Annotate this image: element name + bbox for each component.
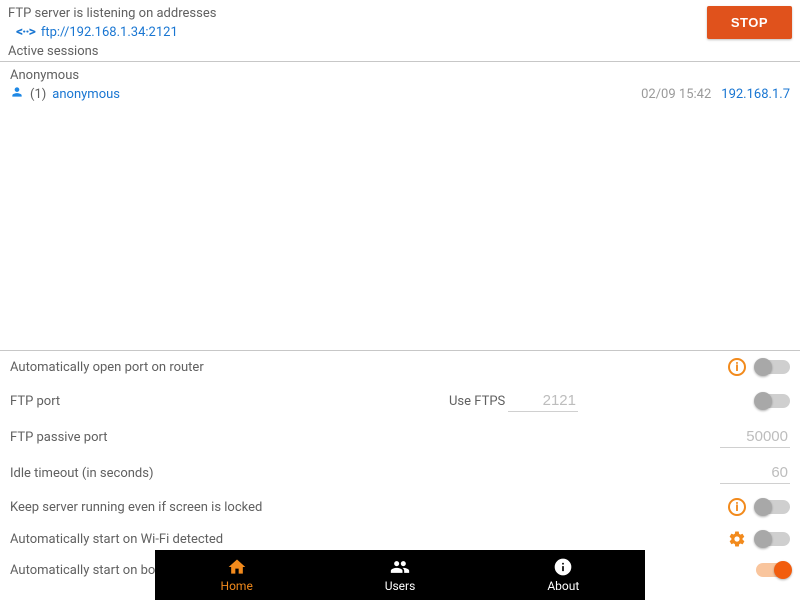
toggle-keep-running[interactable] — [756, 500, 790, 514]
setting-ftp-port: FTP port Use FTPS — [0, 383, 800, 419]
nav-label: About — [547, 579, 579, 593]
setting-label: FTP port — [10, 394, 60, 409]
setting-label: Idle timeout (in seconds) — [10, 466, 154, 481]
idle-timeout-input[interactable] — [720, 462, 790, 484]
setting-label: Automatically open port on router — [10, 360, 204, 375]
setting-label: Keep server running even if screen is lo… — [10, 500, 262, 515]
setting-auto-open-port[interactable]: Automatically open port on router i — [0, 351, 800, 383]
nav-users[interactable]: Users — [318, 550, 481, 600]
info-icon[interactable]: i — [728, 498, 746, 516]
active-sessions-heading: Active sessions — [0, 44, 800, 62]
setting-label: FTP passive port — [10, 430, 107, 445]
users-icon — [390, 557, 410, 577]
session-timestamp: 02/09 15:42 — [641, 87, 711, 102]
setting-passive-port: FTP passive port — [0, 419, 800, 455]
nav-home[interactable]: Home — [155, 550, 318, 600]
info-circle-icon — [553, 557, 573, 577]
nav-label: Home — [221, 579, 253, 593]
setting-idle-timeout: Idle timeout (in seconds) — [0, 455, 800, 491]
use-ftps-label: Use FTPS — [449, 394, 505, 409]
session-display-name: Anonymous — [10, 68, 790, 83]
session-client-ip: 192.168.1.7 — [721, 87, 790, 102]
toggle-use-ftps[interactable] — [756, 394, 790, 408]
ftp-port-input[interactable] — [508, 390, 578, 412]
gear-icon[interactable] — [728, 530, 746, 548]
setting-keep-running[interactable]: Keep server running even if screen is lo… — [0, 491, 800, 523]
toggle-auto-boot[interactable] — [756, 563, 790, 577]
nav-about[interactable]: About — [482, 550, 645, 600]
server-address: ftp://192.168.1.34:2121 — [41, 25, 178, 40]
person-icon — [10, 85, 24, 103]
bottom-nav: Home Users About — [155, 550, 645, 600]
passive-port-input[interactable] — [720, 426, 790, 448]
setting-label: Automatically start on boot — [10, 563, 167, 578]
server-status-text: FTP server is listening on addresses — [8, 6, 792, 21]
header: FTP server is listening on addresses <··… — [0, 0, 800, 40]
session-item[interactable]: Anonymous (1) anonymous 02/09 15:42 192.… — [0, 62, 800, 109]
info-icon[interactable]: i — [728, 358, 746, 376]
setting-label: Automatically start on Wi-Fi detected — [10, 532, 223, 547]
home-icon — [227, 557, 247, 577]
nav-label: Users — [385, 579, 416, 593]
stop-button[interactable]: STOP — [707, 6, 792, 39]
toggle-auto-open-port[interactable] — [756, 360, 790, 374]
server-address-line[interactable]: <··> ftp://192.168.1.34:2121 — [16, 24, 792, 40]
toggle-auto-wifi[interactable] — [756, 532, 790, 546]
connection-icon: <··> — [16, 24, 35, 40]
session-count: (1) — [30, 87, 46, 102]
session-username: anonymous — [52, 87, 120, 102]
